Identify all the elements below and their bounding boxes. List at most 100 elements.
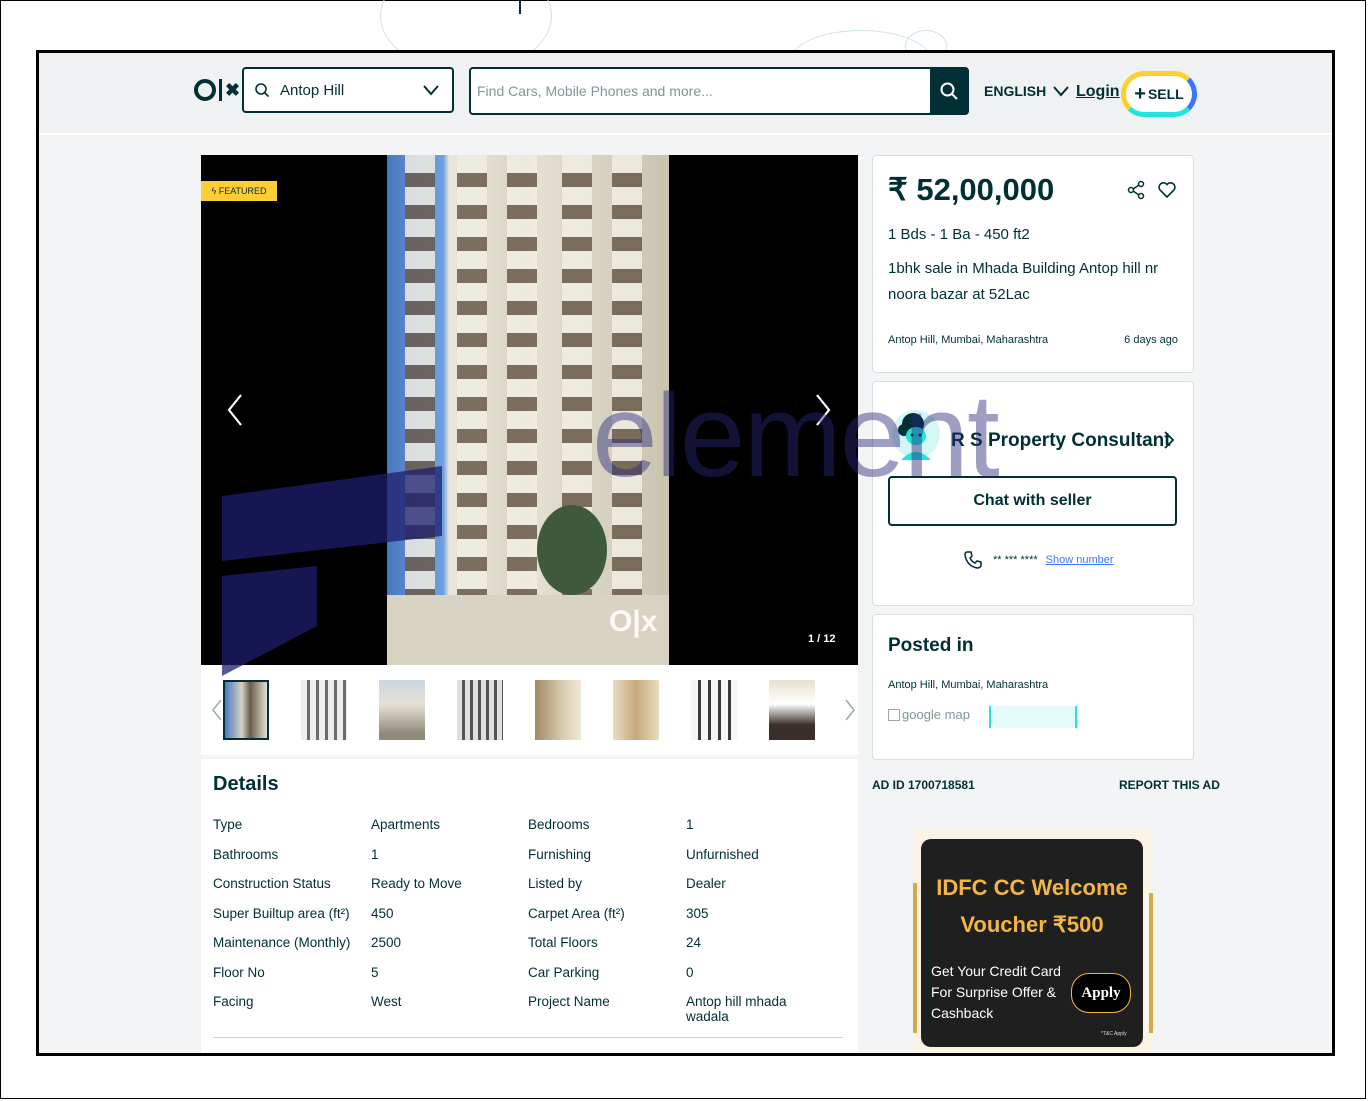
photo-building-column — [612, 155, 642, 665]
detail-key: Bedrooms — [528, 817, 590, 832]
report-ad-link[interactable]: REPORT THIS AD — [1119, 778, 1220, 792]
logo-bar — [219, 79, 222, 101]
details-row: Construction Status Ready to Move Listed… — [213, 876, 833, 900]
ad-banner[interactable]: IDFC CC Welcome Voucher ₹500 Get Your Cr… — [921, 839, 1143, 1047]
map-alt-text: google map — [902, 707, 970, 722]
phone-icon — [964, 551, 982, 569]
details-row: Type Apartments Bedrooms 1 — [213, 817, 833, 841]
photo-watermark: O|x — [609, 605, 658, 638]
header: ✖ Antop Hill ENGLISH Login + SELL — [39, 53, 1332, 135]
detail-value: 24 — [686, 935, 702, 950]
detail-value: West — [371, 994, 402, 1009]
photo-building-column — [457, 155, 487, 665]
listing-location: Antop Hill, Mumbai, Maharashtra — [888, 334, 1049, 346]
gallery-prev-icon[interactable] — [225, 393, 245, 427]
broken-image-icon — [888, 708, 900, 721]
detail-value: Antop hill mhada wadala — [686, 994, 787, 1024]
detail-key: Project Name — [528, 994, 610, 1009]
chevron-down-icon — [1053, 86, 1069, 97]
chevron-right-icon[interactable] — [1163, 430, 1175, 450]
image-gallery[interactable]: ϟ FEATURED O|x 1 / 12 — [201, 155, 858, 665]
details-row: Bathrooms 1 Furnishing Unfurnished — [213, 847, 833, 871]
search-button[interactable] — [930, 68, 968, 114]
thumbnail[interactable] — [301, 680, 347, 740]
logo-o — [194, 79, 216, 101]
thumbnail[interactable] — [457, 680, 503, 740]
detail-key: Maintenance (Monthly) — [213, 935, 351, 950]
thumbnail[interactable] — [613, 680, 659, 740]
thumbnail-next-icon[interactable] — [844, 698, 856, 722]
details-title: Details — [213, 773, 279, 795]
location-value: Antop Hill — [280, 81, 345, 99]
ad-apply-button[interactable]: Apply — [1071, 973, 1131, 1013]
chevron-down-icon — [423, 85, 439, 96]
olx-logo[interactable]: ✖ — [194, 79, 240, 101]
ad-gold-accent — [1149, 893, 1153, 1033]
browser-frame: ✖ Antop Hill ENGLISH Login + SELL — [36, 50, 1335, 1056]
logo-x: ✖ — [225, 79, 240, 100]
thumbnail[interactable] — [223, 680, 269, 740]
masked-phone: ** *** **** — [993, 554, 1038, 566]
google-map-image[interactable]: google map — [888, 707, 970, 722]
detail-value: 305 — [686, 905, 709, 921]
detail-key: Furnishing — [528, 846, 592, 862]
search-icon — [255, 83, 270, 98]
featured-label: FEATURED — [218, 186, 267, 196]
detail-key: Listed by — [528, 876, 583, 891]
chat-with-seller-button[interactable]: Chat with seller — [888, 476, 1177, 526]
posted-in-title: Posted in — [888, 635, 974, 656]
photo-building-column — [507, 155, 537, 665]
show-number-link[interactable]: Show number — [1046, 554, 1114, 566]
detail-key: Facing — [213, 994, 254, 1009]
seller-card: R S Property Consultant Chat with seller… — [872, 381, 1194, 606]
sell-label: SELL — [1147, 86, 1184, 102]
detail-key: Type — [213, 817, 243, 832]
posted-ago: 6 days ago — [1124, 334, 1178, 346]
featured-badge: ϟ FEATURED — [201, 181, 277, 201]
thumbnail[interactable] — [691, 680, 737, 740]
divider — [213, 1037, 843, 1038]
detail-value: 450 — [371, 905, 394, 921]
posted-location: Antop Hill, Mumbai, Maharashtra — [888, 679, 1049, 691]
detail-key: Total Floors — [528, 935, 598, 950]
photo-tree — [537, 505, 607, 595]
language-selector[interactable]: ENGLISH — [984, 83, 1070, 99]
detail-key: Construction Status — [213, 876, 331, 891]
seller-name[interactable]: R S Property Consultant — [951, 430, 1171, 452]
sell-button[interactable]: + SELL — [1121, 71, 1197, 117]
map-placeholder — [989, 706, 1077, 728]
search-input[interactable] — [471, 69, 930, 113]
login-link[interactable]: Login — [1076, 83, 1120, 101]
details-row: Facing West Project Name Antop hill mhad… — [213, 994, 833, 1024]
thumbnail-strip — [201, 665, 858, 755]
search-icon — [940, 82, 958, 100]
detail-value: Ready to Move — [371, 876, 462, 891]
seller-avatar-icon[interactable] — [891, 408, 941, 468]
gallery-next-icon[interactable] — [813, 393, 833, 427]
detail-key: Super Builtup area (ft²) — [213, 905, 350, 921]
plus-icon: + — [1134, 82, 1146, 105]
detail-key: Car Parking — [528, 964, 600, 980]
posted-in-card: Posted in Antop Hill, Mumbai, Maharashtr… — [872, 614, 1194, 760]
detail-key: Bathrooms — [213, 846, 279, 862]
thumbnail-prev-icon[interactable] — [211, 698, 223, 722]
detail-value: Unfurnished — [686, 846, 759, 862]
thumbnail[interactable] — [379, 680, 425, 740]
thumbnail[interactable] — [535, 680, 581, 740]
share-icon[interactable] — [1126, 180, 1146, 200]
background-tick — [519, 0, 521, 14]
detail-value: Dealer — [686, 876, 726, 891]
details-section: Details Type Apartments Bedrooms 1 Bathr… — [201, 759, 858, 1053]
photo-building-column — [405, 155, 435, 665]
main-search — [469, 67, 969, 115]
detail-value: 1 — [371, 846, 379, 862]
details-row: Maintenance (Monthly) 2500 Total Floors … — [213, 935, 833, 959]
thumbnail[interactable] — [769, 680, 815, 740]
image-counter: 1 / 12 — [808, 633, 836, 645]
heart-icon[interactable] — [1157, 180, 1177, 200]
location-selector[interactable]: Antop Hill — [242, 67, 454, 113]
details-row: Super Builtup area (ft²) 450 Carpet Area… — [213, 906, 833, 930]
detail-value: 5 — [371, 964, 379, 980]
ad-terms: *T&C Apply — [1101, 1031, 1127, 1037]
price-card: ₹ 52,00,000 1 Bds - 1 Ba - 450 ft2 1bhk … — [872, 155, 1194, 373]
